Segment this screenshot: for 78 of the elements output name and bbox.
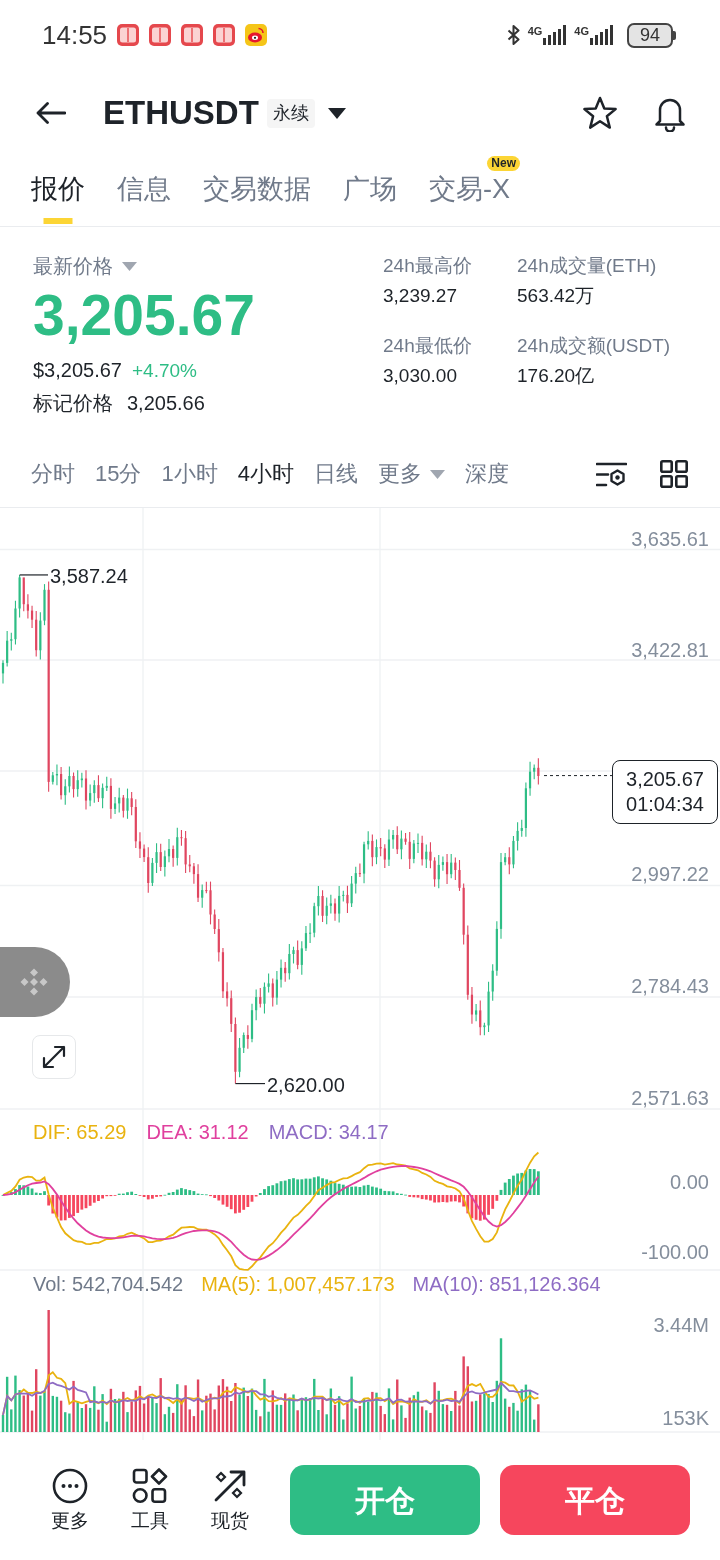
axis-label: 153K xyxy=(662,1406,709,1430)
book-icon xyxy=(181,24,204,46)
macd-legend-text: MACD: 34.17 xyxy=(268,1120,389,1144)
leader-line xyxy=(19,574,49,576)
interval-tab[interactable]: 15分 xyxy=(95,459,142,489)
open-position-button[interactable]: 开仓 xyxy=(290,1465,480,1535)
back-arrow-icon[interactable] xyxy=(35,101,66,125)
price-label: 最新价格 xyxy=(33,254,113,279)
interval-tab[interactable]: 4小时 xyxy=(237,459,294,489)
axis-label: 3.44M xyxy=(653,1313,709,1337)
countdown-timer: 01:04:34 xyxy=(626,791,704,817)
usd-price: $3,205.67 xyxy=(33,358,122,383)
contract-badge: 永续 xyxy=(266,98,315,128)
tab[interactable]: 交易数据 xyxy=(203,156,311,226)
price-tag-value: 3,205.67 xyxy=(626,766,704,792)
price-change: +4.70% xyxy=(132,359,197,383)
tab[interactable]: 信息 xyxy=(117,156,171,226)
caret-down-icon xyxy=(430,469,445,479)
volume-legend-text: MA(10): 851,126.364 xyxy=(412,1272,601,1296)
axis-label: 2,571.63 xyxy=(631,1086,709,1110)
axis-label: 3,635.61 xyxy=(631,526,709,551)
last-price: 3,205.67 xyxy=(33,284,256,346)
axis-label: 3,422.81 xyxy=(631,638,709,663)
expand-button[interactable] xyxy=(32,1035,76,1079)
chart-settings-icon[interactable] xyxy=(596,460,627,488)
axis-label: 2,997.22 xyxy=(631,862,709,887)
stat-value: 3,030.00 xyxy=(383,364,458,388)
toolbar-button[interactable]: 现货 xyxy=(195,1467,265,1533)
interval-tab[interactable]: 更多 xyxy=(378,459,445,489)
toolbar-button[interactable]: 更多 xyxy=(35,1467,105,1533)
low-price-label: 2,620.00 xyxy=(267,1072,345,1097)
macd-legend-text: DEA: 31.12 xyxy=(146,1120,249,1144)
book-icon xyxy=(149,24,172,46)
new-badge: New xyxy=(487,156,520,171)
axis-label: 0.00 xyxy=(670,1170,709,1194)
interval-tab[interactable]: 1小时 xyxy=(161,459,218,489)
network-type: 4G xyxy=(527,25,543,37)
book-icon xyxy=(213,24,236,46)
shapes-grid-icon xyxy=(132,1467,168,1504)
book-icon xyxy=(117,24,140,46)
mark-price-label: 标记价格 xyxy=(33,391,113,416)
app-logo-icon xyxy=(245,24,268,46)
leader-line xyxy=(234,1082,266,1085)
grid-icon[interactable] xyxy=(660,460,688,488)
expand-icon xyxy=(41,1044,67,1070)
caret-down-icon[interactable] xyxy=(327,107,346,119)
volume-legend-text: Vol: 542,704.542 xyxy=(33,1272,184,1296)
battery-percent: 94 xyxy=(627,22,673,48)
axis-label: 2,784.43 xyxy=(631,974,709,999)
stat-value: 3,239.27 xyxy=(383,284,458,308)
symbol-title[interactable]: ETHUSDT xyxy=(103,93,259,133)
network-type: 4G xyxy=(574,25,589,37)
stat-label: 24h成交额(USDT) xyxy=(517,334,671,358)
macd-legend-text: DIF: 65.29 xyxy=(33,1120,127,1144)
dots-circle-icon xyxy=(52,1467,88,1504)
close-position-button[interactable]: 平仓 xyxy=(500,1465,690,1535)
stat-label: 24h成交量(ETH) xyxy=(517,254,658,278)
stat-label: 24h最低价 xyxy=(383,334,473,358)
interval-tab[interactable]: 分时 xyxy=(31,459,75,489)
interval-tab[interactable]: 日线 xyxy=(314,459,358,489)
tab[interactable]: 报价 xyxy=(31,156,85,226)
bluetooth-icon xyxy=(506,24,521,46)
high-price-label: 3,587.24 xyxy=(50,563,128,588)
tab[interactable]: 广场 xyxy=(343,156,397,226)
volume-legend-text: MA(5): 1,007,457.173 xyxy=(201,1272,395,1296)
axis-label: -100.00 xyxy=(641,1240,709,1264)
floating-button[interactable] xyxy=(0,947,70,1017)
status-time: 14:55 xyxy=(42,20,108,50)
toolbar-button[interactable]: 工具 xyxy=(115,1467,185,1533)
diamond-logo-icon xyxy=(20,968,48,996)
star-icon[interactable] xyxy=(582,95,618,131)
mark-price: 3,205.66 xyxy=(127,391,205,416)
interval-tab[interactable]: 深度 xyxy=(465,459,509,489)
signal-icon xyxy=(590,25,614,45)
stat-value: 176.20亿 xyxy=(517,364,596,388)
signal-icon xyxy=(543,25,568,45)
stat-value: 563.42万 xyxy=(517,284,596,308)
stat-label: 24h最高价 xyxy=(383,254,473,278)
